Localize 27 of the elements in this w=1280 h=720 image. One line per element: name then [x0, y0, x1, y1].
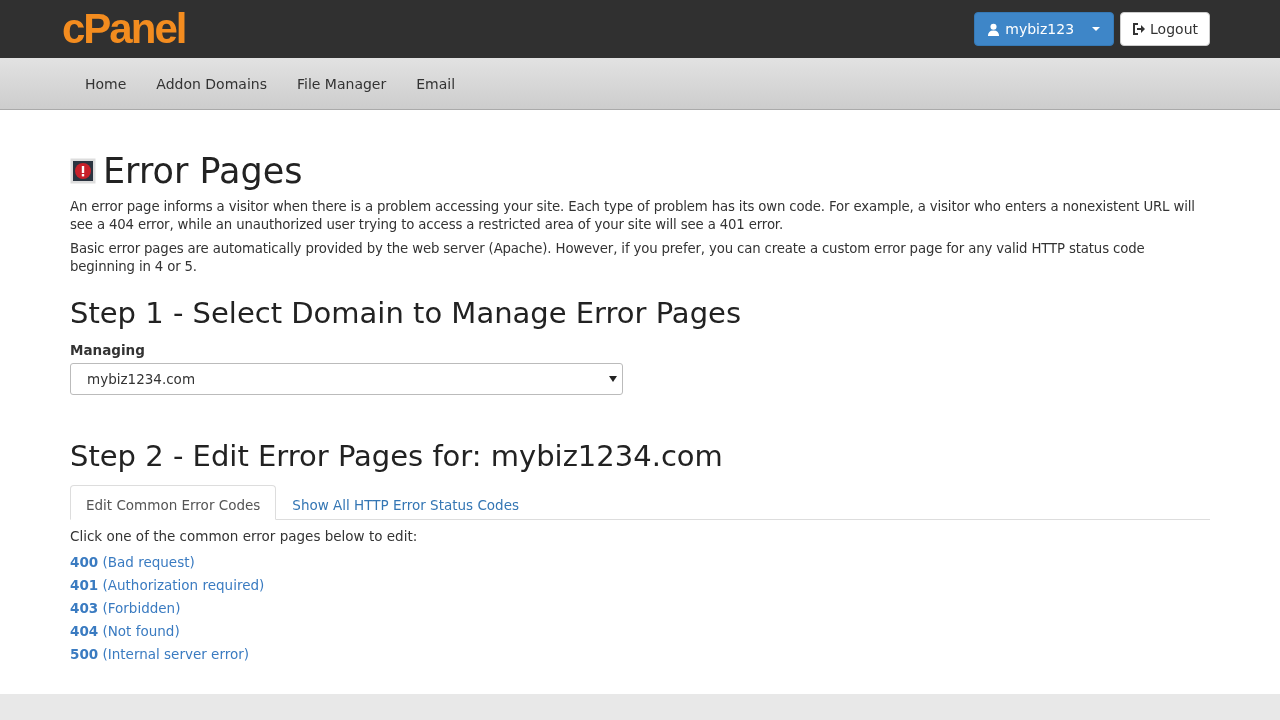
nav-link[interactable]: Home	[85, 75, 127, 92]
nav-link[interactable]: Addon Domains	[156, 75, 267, 92]
user-menu-button[interactable]: mybiz123	[974, 12, 1115, 46]
error-code-link[interactable]: 400 (Bad request)	[70, 553, 195, 571]
nav-link[interactable]: Email	[416, 75, 456, 92]
error-code-link[interactable]: 403 (Forbidden)	[70, 599, 181, 617]
error-code-link[interactable]: 500 (Internal server error)	[70, 645, 250, 663]
intro-paragraph: An error page informs a visitor when there is a problem accessing your site. Each type of problem has its own code. For example, a visitor who enters a nonexistent URL will see a 404 error, while an unauthorized user trying to access a restricted area of your site will see a 401 error.	[70, 198, 1196, 234]
step-heading: Step 2 - Edit Error Pages for: mybiz1234.com	[70, 439, 724, 473]
error-icon	[70, 158, 96, 184]
logout-icon	[1132, 23, 1147, 35]
error-code-link[interactable]: 404 (Not found)	[70, 622, 180, 640]
domain-select[interactable]: mybiz1234.com	[70, 363, 623, 395]
tab[interactable]: Show All HTTP Error Status Codes	[276, 485, 535, 520]
dropdown-arrow-icon	[609, 376, 617, 382]
nav-link[interactable]: File Manager	[296, 75, 387, 92]
error-code-link[interactable]: 401 (Authorization required)	[70, 576, 265, 594]
field-label: Managing	[70, 342, 146, 358]
step-heading: Step 1 - Select Domain to Manage Error Pages	[70, 296, 742, 330]
cpanel-logo[interactable]: cPanel	[62, 8, 186, 50]
tab[interactable]: Edit Common Error Codes	[70, 485, 277, 520]
user-icon	[987, 22, 1001, 36]
logout-button[interactable]: Logout	[1120, 12, 1210, 46]
intro-paragraph: Basic error pages are automatically provided by the web server (Apache). However, if you prefer, you can create a custom error page for any valid HTTP status code beginning in 4 or 5.	[70, 240, 1146, 276]
page-title: Error Pages	[103, 151, 303, 191]
caret-icon	[1091, 26, 1102, 32]
instruction-text: Click one of the common error pages below to edit:	[70, 528, 419, 544]
